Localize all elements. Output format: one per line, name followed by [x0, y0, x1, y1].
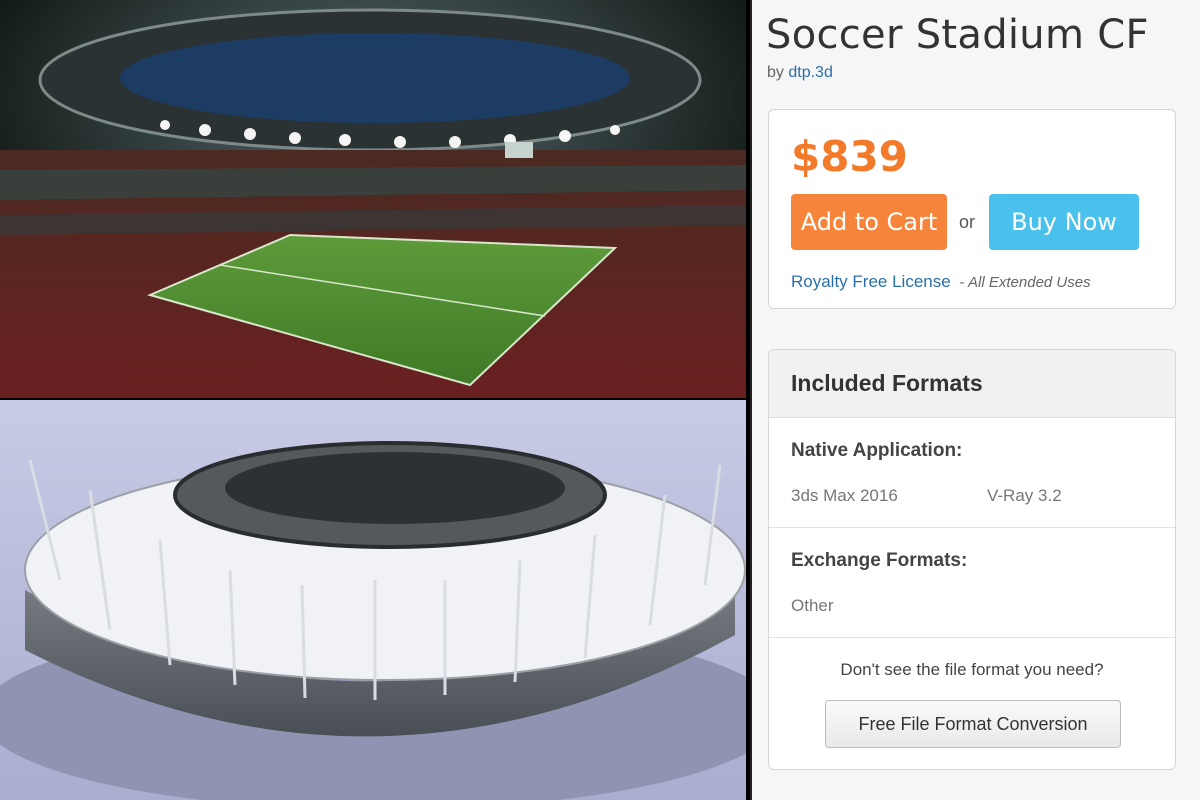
included-formats-card: Included Formats Native Application: 3ds… — [768, 349, 1176, 770]
product-title: Soccer Stadium CF — [766, 12, 1149, 58]
exchange-formats-heading: Exchange Formats: — [791, 550, 968, 571]
native-application-heading: Native Application: — [791, 440, 963, 461]
author-link[interactable]: dtp.3d — [788, 64, 832, 81]
included-formats-header: Included Formats — [769, 350, 1175, 418]
product-price: $839 — [791, 132, 908, 181]
buy-now-button[interactable]: Buy Now — [989, 194, 1139, 250]
add-to-cart-button[interactable]: Add to Cart — [791, 194, 947, 250]
free-conversion-button[interactable]: Free File Format Conversion — [825, 700, 1121, 748]
stadium-interior-image[interactable] — [0, 0, 746, 398]
native-format-item: V-Ray 3.2 — [987, 486, 1062, 505]
or-separator: or — [959, 212, 976, 232]
byline-prefix: by — [767, 64, 784, 81]
format-help-text: Don't see the file format you need? — [840, 660, 1104, 679]
royalty-free-license-link[interactable]: Royalty Free License — [791, 272, 951, 291]
license-info: Royalty Free License - All Extended Uses — [791, 272, 1091, 292]
native-format-item: 3ds Max 2016 — [791, 486, 898, 505]
exchange-formats-section: Exchange Formats: Other — [769, 528, 1175, 638]
license-note: - All Extended Uses — [959, 274, 1091, 291]
exchange-format-item: Other — [791, 596, 834, 615]
product-panel: Soccer Stadium CF by dtp.3d $839 Add to … — [750, 0, 1200, 800]
native-application-section: Native Application: 3ds Max 2016 V-Ray 3… — [769, 418, 1175, 528]
purchase-card: $839 Add to Cart or Buy Now Royalty Free… — [768, 109, 1176, 309]
stadium-exterior-image[interactable] — [0, 400, 746, 800]
product-byline: by dtp.3d — [767, 64, 833, 82]
